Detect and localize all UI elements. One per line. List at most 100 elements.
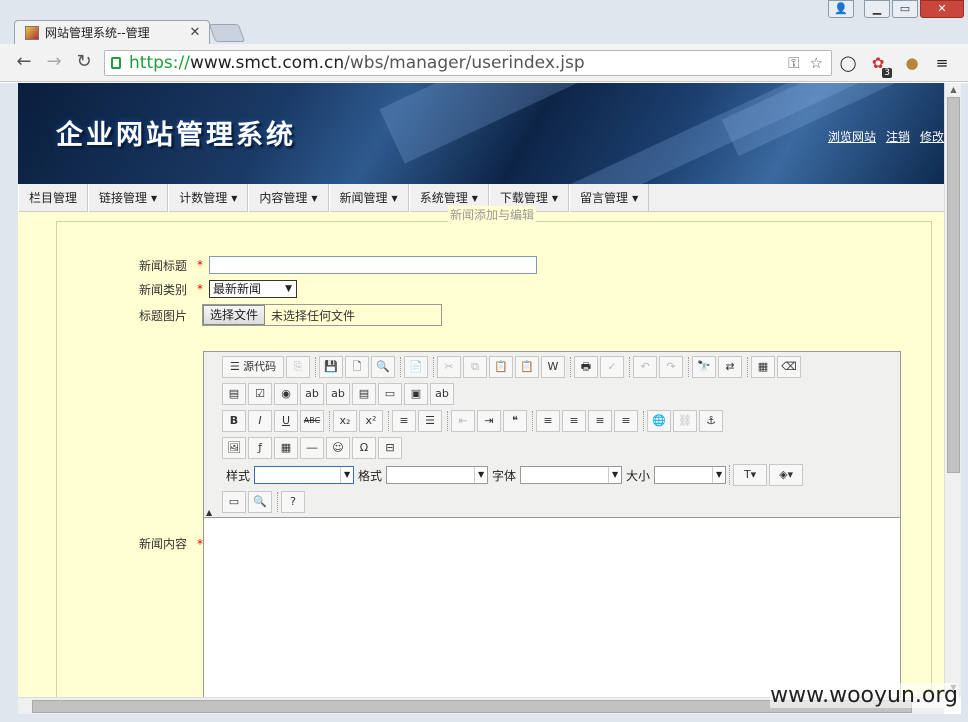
- category-select[interactable]: 最新新闻 ▼: [209, 280, 297, 298]
- print-icon[interactable]: 🖶: [574, 356, 598, 378]
- vertical-scroll-thumb[interactable]: [947, 97, 960, 473]
- editor-toolbar-row-3: B I U ABC x₂ x² ≡ ☰ ⇤ ⇥ ❝ ≡ ≡ ≡ ≡ 🌐 ⛓ ⚓: [222, 410, 725, 432]
- menu-link-management[interactable]: 链接管理 ▼: [88, 184, 169, 212]
- bg-color-icon[interactable]: ◈▾: [769, 464, 804, 486]
- image-icon[interactable]: 🖼: [222, 437, 246, 459]
- source-code-button[interactable]: ☰ 源代码: [222, 356, 284, 378]
- indent-icon[interactable]: ⇥: [477, 410, 501, 432]
- menu-message-management[interactable]: 留言管理 ▼: [569, 184, 650, 212]
- replace-icon[interactable]: ⇄: [718, 356, 742, 378]
- back-arrow-icon[interactable]: ←: [12, 51, 36, 75]
- menu-news-management[interactable]: 新闻管理 ▼: [328, 184, 409, 212]
- menu-counter-management[interactable]: 计数管理 ▼: [168, 184, 249, 212]
- link-icon[interactable]: 🌐: [647, 410, 671, 432]
- preview-page-icon[interactable]: 🔍: [371, 356, 395, 378]
- scroll-up-icon[interactable]: ▲: [948, 85, 959, 94]
- underline-icon[interactable]: U: [274, 410, 298, 432]
- format-combo[interactable]: ▼: [386, 466, 489, 484]
- italic-icon[interactable]: I: [248, 410, 272, 432]
- modify-link[interactable]: 修改: [920, 128, 944, 145]
- choose-file-button[interactable]: 选择文件: [203, 305, 266, 325]
- save-icon[interactable]: 💾: [319, 356, 343, 378]
- special-char-icon[interactable]: Ω: [352, 437, 376, 459]
- maximize-editor-icon[interactable]: ▭: [222, 491, 246, 513]
- reload-icon[interactable]: ↻: [72, 51, 96, 75]
- show-blocks-icon[interactable]: 🔍: [248, 491, 272, 513]
- textarea-icon[interactable]: ab: [326, 383, 350, 405]
- cut-icon[interactable]: ✂: [437, 356, 461, 378]
- undo-icon[interactable]: ↶: [633, 356, 657, 378]
- templates-icon[interactable]: 📄: [404, 356, 428, 378]
- paste-icon[interactable]: 📋: [489, 356, 513, 378]
- about-icon[interactable]: ?: [281, 491, 305, 513]
- hidden-field-icon[interactable]: ab: [430, 383, 454, 405]
- new-tab-button[interactable]: [208, 24, 246, 42]
- address-bar[interactable]: https://www.smct.com.cn/wbs/manager/user…: [104, 50, 832, 76]
- button-field-icon[interactable]: ▭: [378, 383, 402, 405]
- align-center-icon[interactable]: ≡: [562, 410, 586, 432]
- extension-circle-icon[interactable]: ◯: [838, 54, 858, 74]
- smiley-icon[interactable]: ☺: [326, 437, 350, 459]
- align-right-icon[interactable]: ≡: [588, 410, 612, 432]
- image-button-icon[interactable]: ▣: [404, 383, 428, 405]
- outdent-icon[interactable]: ⇤: [451, 410, 475, 432]
- menu-column-management[interactable]: 栏目管理: [18, 184, 89, 212]
- menu-hamburger-icon[interactable]: ≡: [932, 54, 952, 74]
- key-icon[interactable]: ⚿: [788, 54, 799, 72]
- spellcheck-icon[interactable]: ✓: [600, 356, 624, 378]
- file-input[interactable]: 选择文件 未选择任何文件: [202, 304, 442, 326]
- menu-content-management[interactable]: 内容管理 ▼: [248, 184, 329, 212]
- new-page-icon[interactable]: 🗋: [345, 356, 369, 378]
- page-break-icon[interactable]: ⊟: [378, 437, 402, 459]
- remove-format-icon[interactable]: ⌫: [777, 356, 801, 378]
- subscript-icon[interactable]: x₂: [333, 410, 357, 432]
- text-color-icon[interactable]: T▾: [733, 464, 768, 486]
- unordered-list-icon[interactable]: ☰: [418, 410, 442, 432]
- paste-word-icon[interactable]: W: [541, 356, 565, 378]
- tab-close-icon[interactable]: ✕: [187, 25, 203, 40]
- browse-site-link[interactable]: 浏览网站: [828, 128, 876, 145]
- ordered-list-icon[interactable]: ≡: [392, 410, 416, 432]
- style-combo[interactable]: ▼: [254, 466, 355, 484]
- unlink-icon[interactable]: ⛓: [673, 410, 697, 432]
- window-close-button[interactable]: ✕: [920, 0, 964, 18]
- font-combo[interactable]: ▼: [520, 466, 623, 484]
- paste-text-icon[interactable]: 📋: [515, 356, 539, 378]
- align-justify-icon[interactable]: ≡: [614, 410, 638, 432]
- maximize-button[interactable]: ▭: [892, 0, 918, 18]
- bookmark-star-icon[interactable]: ☆: [810, 54, 823, 72]
- find-icon[interactable]: 🔭: [692, 356, 716, 378]
- redo-icon[interactable]: ↷: [659, 356, 683, 378]
- table-icon[interactable]: ▦: [274, 437, 298, 459]
- cookie-icon[interactable]: ●: [902, 54, 922, 74]
- size-combo[interactable]: ▼: [654, 466, 727, 484]
- browser-tab[interactable]: 网站管理系统--管理 ✕: [14, 20, 210, 44]
- vertical-scrollbar[interactable]: ▲ ▼: [944, 83, 961, 697]
- horizontal-rule-icon[interactable]: ―: [300, 437, 324, 459]
- caret-down-icon: ▼: [151, 193, 158, 203]
- copy-icon[interactable]: ⧉: [463, 356, 487, 378]
- checkbox-icon[interactable]: ☑: [248, 383, 272, 405]
- forward-arrow-icon[interactable]: →: [42, 51, 66, 75]
- superscript-icon[interactable]: x²: [359, 410, 383, 432]
- blockquote-icon[interactable]: ❝: [503, 410, 527, 432]
- preview-icon[interactable]: ⎘: [286, 356, 310, 378]
- user-profile-icon[interactable]: 👤: [828, 0, 854, 18]
- browser-titlebar: 网站管理系统--管理 ✕ 👤 ▁ ▭ ✕: [0, 0, 968, 44]
- collapse-toolbar-icon[interactable]: ▲: [206, 508, 212, 517]
- news-title-input[interactable]: [209, 256, 537, 274]
- radio-icon[interactable]: ◉: [274, 383, 298, 405]
- editor-content-area[interactable]: [204, 517, 900, 697]
- minimize-button[interactable]: ▁: [864, 0, 890, 18]
- flash-icon[interactable]: ƒ: [248, 437, 272, 459]
- select-field-icon[interactable]: ▤: [352, 383, 376, 405]
- bold-icon[interactable]: B: [222, 410, 246, 432]
- extension-badge-icon[interactable]: ✿ 3: [868, 54, 892, 78]
- strikethrough-icon[interactable]: ABC: [300, 410, 324, 432]
- form-icon[interactable]: ▤: [222, 383, 246, 405]
- select-all-icon[interactable]: ▦: [751, 356, 775, 378]
- align-left-icon[interactable]: ≡: [536, 410, 560, 432]
- logout-link[interactable]: 注销: [886, 128, 910, 145]
- textfield-icon[interactable]: ab: [300, 383, 324, 405]
- anchor-icon[interactable]: ⚓: [699, 410, 723, 432]
